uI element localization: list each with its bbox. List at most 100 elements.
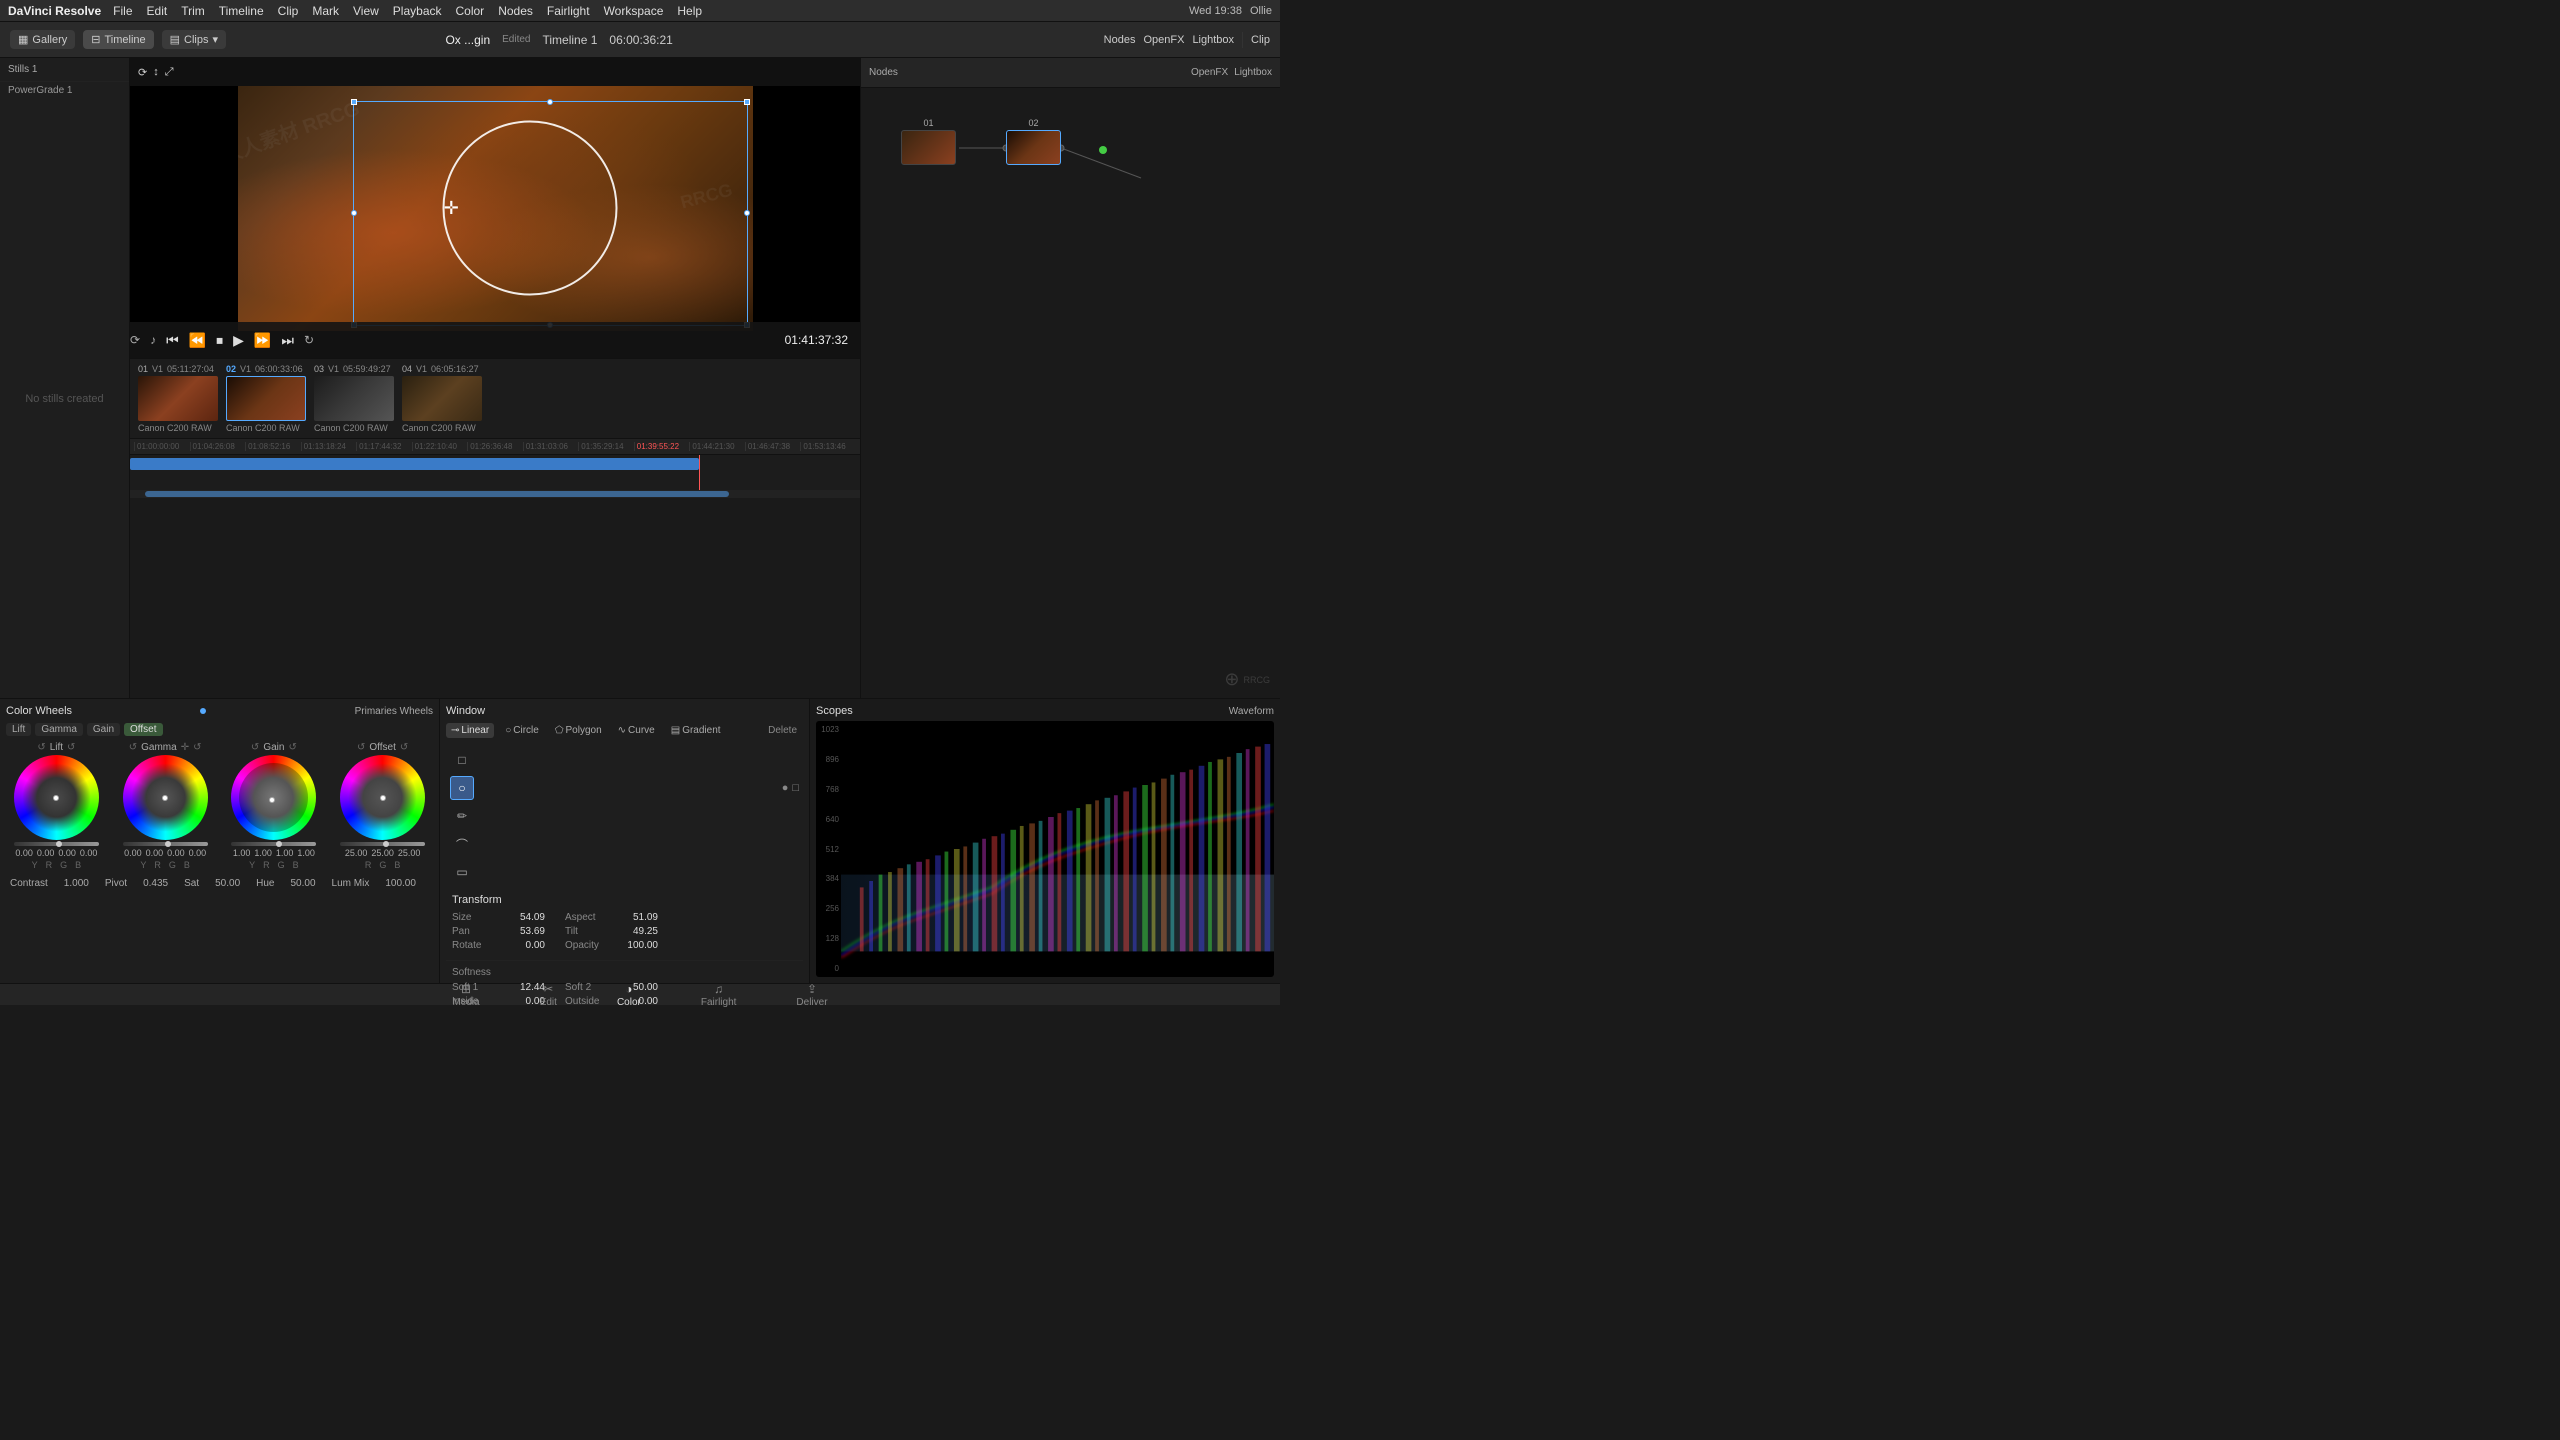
gain-slider-thumb[interactable] <box>276 841 282 847</box>
timeline-tracks[interactable] <box>130 455 860 490</box>
rect-shape-btn[interactable]: ▭ <box>450 860 474 884</box>
clip-02[interactable]: 02 V1 06:00:33:06 Canon C200 RAW <box>226 364 306 433</box>
timeline-scroll[interactable] <box>130 490 860 498</box>
menu-timeline[interactable]: Timeline <box>219 4 264 18</box>
nodes-button[interactable]: Nodes <box>1104 34 1136 46</box>
lum-mix-value[interactable]: 100.00 <box>385 878 416 889</box>
viewer-icon1[interactable]: ⟳ <box>138 66 147 79</box>
contrast-value[interactable]: 1.000 <box>64 878 89 889</box>
viewer-icon3[interactable]: ⤢ <box>165 66 174 79</box>
hue-value[interactable]: 50.00 <box>291 878 316 889</box>
gamma-slider-thumb[interactable] <box>165 841 171 847</box>
menu-playback[interactable]: Playback <box>393 4 442 18</box>
aspect-value[interactable]: 51.09 <box>618 912 658 923</box>
rotate-value[interactable]: 0.00 <box>505 940 545 951</box>
pen-shape-btn[interactable]: ✏ <box>450 804 474 828</box>
node-01-thumb[interactable] <box>901 130 956 165</box>
pivot-value[interactable]: 0.435 <box>143 878 168 889</box>
nav-color[interactable]: ◑ Color <box>587 982 671 1008</box>
opacity-value[interactable]: 100.00 <box>618 940 658 951</box>
delete-button[interactable]: Delete <box>762 723 803 738</box>
openFX-button[interactable]: OpenFX <box>1143 34 1184 46</box>
gallery-button[interactable]: ▦ Gallery <box>10 30 75 49</box>
clip-04[interactable]: 04 V1 06:05:16:27 Canon C200 RAW <box>402 364 482 433</box>
gain-canvas[interactable] <box>231 755 316 840</box>
tab-gamma[interactable]: Gamma <box>35 723 83 736</box>
linear-tool[interactable]: ⊸ Linear <box>446 723 494 738</box>
tab-gain[interactable]: Gain <box>87 723 120 736</box>
clip-03[interactable]: 03 V1 05:59:49:27 Canon C200 RAW <box>314 364 394 433</box>
lift-slider-thumb[interactable] <box>56 841 62 847</box>
lift-reset-icon[interactable]: ↺ <box>37 742 45 753</box>
powergrade-item[interactable]: PowerGrade 1 <box>0 82 129 99</box>
step-back-icon[interactable]: ⏪ <box>189 332 206 349</box>
shape-opt2[interactable]: □ <box>792 782 799 794</box>
menu-edit[interactable]: Edit <box>147 4 168 18</box>
offset-canvas[interactable] <box>340 755 425 840</box>
lift-reset2-icon[interactable]: ↺ <box>67 742 75 753</box>
scope-type[interactable]: Waveform <box>1229 706 1274 717</box>
step-forward-icon[interactable]: ⏩ <box>254 332 271 349</box>
audio-icon[interactable]: ♪ <box>150 333 156 347</box>
node-02[interactable]: 02 <box>1006 118 1061 167</box>
nodes-canvas[interactable]: 01 02 <box>861 88 1280 698</box>
offset-slider[interactable] <box>340 842 425 846</box>
offset-slider-thumb[interactable] <box>383 841 389 847</box>
menu-color[interactable]: Color <box>456 4 485 18</box>
lightbox-button[interactable]: Lightbox <box>1192 34 1234 46</box>
loop-icon[interactable]: ↻ <box>304 333 314 347</box>
size-value[interactable]: 54.09 <box>505 912 545 923</box>
viewer-icon2[interactable]: ↕ <box>153 66 159 78</box>
sat-value[interactable]: 50.00 <box>215 878 240 889</box>
nodes-lightbox[interactable]: Lightbox <box>1234 67 1272 78</box>
stop-icon[interactable]: ⏹ <box>216 332 223 349</box>
gain-reset2-icon[interactable]: ↺ <box>288 742 296 753</box>
lift-canvas[interactable] <box>14 755 99 840</box>
curve-shape-btn[interactable]: ⌒ <box>450 832 474 856</box>
circle-tool[interactable]: ○ Circle <box>500 723 544 738</box>
gamma-canvas[interactable] <box>123 755 208 840</box>
clip-image-03[interactable] <box>314 376 394 421</box>
tab-lift[interactable]: Lift <box>6 723 31 736</box>
pan-value[interactable]: 53.69 <box>505 926 545 937</box>
curve-tool[interactable]: ∿ Curve <box>613 723 660 738</box>
polygon-tool[interactable]: ⬠ Polygon <box>550 723 607 738</box>
menu-fairlight[interactable]: Fairlight <box>547 4 590 18</box>
lift-slider[interactable] <box>14 842 99 846</box>
viewer[interactable]: ⟳ ↕ ⤢ ✛ 人人素材 <box>130 58 860 358</box>
tab-offset[interactable]: Offset <box>124 723 163 736</box>
clip-01[interactable]: 01 V1 05:11:27:04 Canon C200 RAW <box>138 364 218 433</box>
gamma-plus-icon[interactable]: ✛ <box>181 742 189 753</box>
skip-back-icon[interactable]: ⏮ <box>166 332 179 349</box>
menu-nodes[interactable]: Nodes <box>498 4 533 18</box>
square-shape-btn[interactable]: □ <box>450 748 474 772</box>
clip-image-01[interactable] <box>138 376 218 421</box>
skip-forward-icon[interactable]: ⏭ <box>281 332 294 349</box>
circle-shape-btn[interactable]: ○ <box>450 776 474 800</box>
camera-settings-icon[interactable]: ⟳ <box>130 333 140 347</box>
clips-button[interactable]: ▤ Clips ▾ <box>162 30 226 49</box>
menu-clip[interactable]: Clip <box>278 4 299 18</box>
gamma-reset-icon[interactable]: ↺ <box>129 742 137 753</box>
offset-reset-icon[interactable]: ↺ <box>357 742 365 753</box>
gain-slider[interactable] <box>231 842 316 846</box>
shape-opt1[interactable]: ● <box>782 782 789 794</box>
menu-view[interactable]: View <box>353 4 379 18</box>
gain-reset-icon[interactable]: ↺ <box>251 742 259 753</box>
clip-image-04[interactable] <box>402 376 482 421</box>
gamma-slider[interactable] <box>123 842 208 846</box>
timeline-track-v1[interactable] <box>130 458 699 470</box>
timeline-scroll-thumb[interactable] <box>145 491 729 497</box>
node-01[interactable]: 01 <box>901 118 956 167</box>
nodes-openFX[interactable]: OpenFX <box>1191 67 1228 78</box>
menu-mark[interactable]: Mark <box>312 4 339 18</box>
nav-media[interactable]: ⊞ Media <box>422 982 509 1008</box>
menu-workspace[interactable]: Workspace <box>604 4 664 18</box>
menu-file[interactable]: File <box>113 4 132 18</box>
menu-trim[interactable]: Trim <box>181 4 205 18</box>
offset-reset2-icon[interactable]: ↺ <box>400 742 408 753</box>
nav-deliver[interactable]: ⇪ Deliver <box>766 982 857 1008</box>
tilt-value[interactable]: 49.25 <box>618 926 658 937</box>
nav-fairlight[interactable]: ♫ Fairlight <box>671 982 767 1008</box>
menu-help[interactable]: Help <box>677 4 702 18</box>
